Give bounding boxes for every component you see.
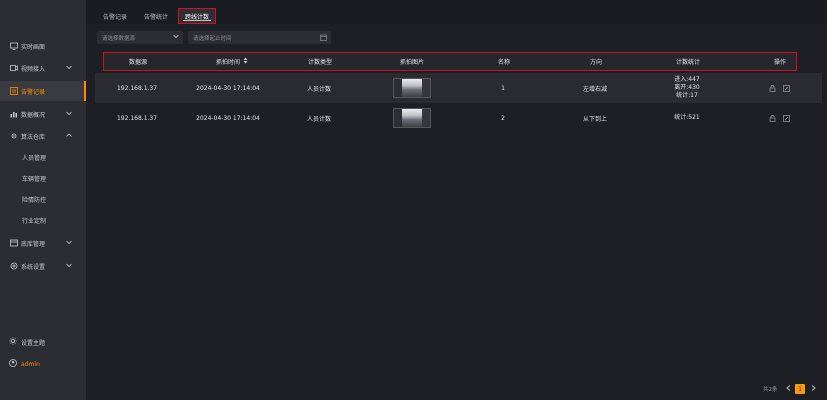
cell-count-type: 人员计数 xyxy=(306,85,331,93)
data-source-select[interactable]: 请选择数据源 xyxy=(97,31,183,44)
column-header-actions: 操作 xyxy=(773,58,786,66)
sidebar-subitem-personnel[interactable]: 人员管理 xyxy=(0,147,86,167)
tab-alarm-statistics[interactable]: 告警统计 xyxy=(140,8,172,24)
algorithm-icon xyxy=(9,132,18,141)
tab-line-crossing-count[interactable]: 跨线计数 xyxy=(178,8,216,24)
table-row: 192.168.1.37 2024-04-30 17:14:04 人员计数 1 … xyxy=(95,73,822,103)
data-source-placeholder: 请选择数据源 xyxy=(102,35,136,42)
time-range-placeholder: 请选择起止时间 xyxy=(193,35,232,42)
column-header-count-type: 计数类型 xyxy=(307,58,332,66)
pagination-next-button[interactable] xyxy=(808,384,818,394)
sidebar-subitem-vehicle[interactable]: 车辆管理 xyxy=(0,168,86,188)
sidebar-subitem-label: 险情防控 xyxy=(22,196,47,204)
pagination-total: 共2条 xyxy=(763,387,778,393)
sidebar-item-label: 实时画面 xyxy=(21,43,46,51)
unlock-icon[interactable] xyxy=(769,115,776,122)
monitor-icon xyxy=(9,42,18,51)
theme-label: 设置主题 xyxy=(21,339,46,347)
sidebar-item-label: 数据概况 xyxy=(21,111,46,119)
cell-direction: 左增右减 xyxy=(582,85,607,93)
column-header-capture-time[interactable]: 抓拍时间 xyxy=(208,53,256,69)
chevron-down-icon xyxy=(66,65,72,72)
sidebar-item-label: 底库管理 xyxy=(21,240,46,248)
sidebar-item-label: 告警记录 xyxy=(21,88,46,96)
time-range-picker[interactable]: 请选择起止时间 xyxy=(188,31,331,44)
capture-thumbnail[interactable] xyxy=(393,108,431,128)
column-header-name: 名称 xyxy=(497,58,510,66)
chevron-up-icon xyxy=(66,133,72,140)
column-header-count-stats: 计数统计 xyxy=(675,58,700,66)
user-menu[interactable]: admin xyxy=(9,359,40,369)
chart-icon xyxy=(9,110,18,119)
cell-capture-time: 2024-04-30 17:14:04 xyxy=(196,114,260,122)
chevron-right-icon xyxy=(811,385,816,393)
theme-setting[interactable]: 设置主题 xyxy=(9,337,45,347)
sidebar-subitem-hazard[interactable]: 险情防控 xyxy=(0,189,86,209)
sidebar-item-label: 系统设置 xyxy=(21,263,46,271)
calendar-icon xyxy=(320,34,327,43)
tab-label: 告警统计 xyxy=(143,13,168,21)
avatar-icon xyxy=(9,359,17,369)
sidebar-item-database[interactable]: 底库管理 xyxy=(0,233,86,253)
tab-alarm-records[interactable]: 告警记录 xyxy=(100,8,130,24)
edit-icon[interactable] xyxy=(783,115,790,122)
tab-label: 告警记录 xyxy=(102,13,127,21)
sidebar-item-algorithm-repo[interactable]: 算法仓库 xyxy=(0,126,86,146)
sidebar-subitem-industry[interactable]: 行业定制 xyxy=(0,210,86,230)
gear-icon xyxy=(9,262,18,271)
sidebar: 实时画面 视频接入 告警记录 数据概况 算法仓库 人员管理 车辆管理 险情防控 … xyxy=(0,0,86,400)
cell-name: 1 xyxy=(501,84,505,92)
cell-count-stats: 进入:447 离开:430 统计:17 xyxy=(667,73,707,103)
unlock-icon[interactable] xyxy=(769,85,776,92)
stat-left: 离开:430 xyxy=(674,84,700,91)
sort-icon[interactable] xyxy=(243,57,248,66)
cell-count-stats: 统计:521 xyxy=(667,103,707,133)
edit-icon[interactable] xyxy=(783,85,790,92)
table-row: 192.168.1.37 2024-04-30 17:14:04 人员计数 2 … xyxy=(95,103,822,133)
capture-thumbnail[interactable] xyxy=(393,78,431,98)
pagination-prev-button[interactable] xyxy=(783,384,793,394)
sidebar-subitem-label: 人员管理 xyxy=(22,154,47,162)
stat-total: 统计:17 xyxy=(676,92,698,99)
cell-capture-image[interactable] xyxy=(392,103,432,133)
cell-count-type: 人员计数 xyxy=(306,115,331,123)
column-header-source: 数据源 xyxy=(128,58,147,66)
stat-entered: 进入:447 xyxy=(674,76,700,83)
sidebar-item-data-overview[interactable]: 数据概况 xyxy=(0,104,86,124)
sidebar-item-alarm-records[interactable]: 告警记录 xyxy=(0,81,86,101)
column-header-direction: 方向 xyxy=(589,58,602,66)
alert-icon xyxy=(9,87,18,96)
chevron-left-icon xyxy=(785,385,791,393)
column-header-capture-image: 抓拍图片 xyxy=(399,58,424,66)
tab-label: 跨线计数 xyxy=(184,13,209,21)
sun-icon xyxy=(9,337,17,347)
sidebar-subitem-label: 车辆管理 xyxy=(22,175,47,183)
cell-source: 192.168.1.37 xyxy=(116,114,158,122)
user-name: admin xyxy=(21,360,40,368)
pagination-page-button[interactable]: 1 xyxy=(795,384,805,394)
cell-direction: 从下到上 xyxy=(582,115,607,123)
sidebar-item-video-access[interactable]: 视频接入 xyxy=(0,58,86,78)
chevron-down-icon xyxy=(66,240,72,247)
database-icon xyxy=(9,239,18,248)
cell-capture-image[interactable] xyxy=(392,73,432,103)
sidebar-item-label: 算法仓库 xyxy=(21,133,46,141)
cell-name: 2 xyxy=(501,114,505,122)
video-icon xyxy=(9,64,18,73)
stat-total: 统计:521 xyxy=(674,114,700,121)
chevron-down-icon xyxy=(66,263,72,270)
cell-source: 192.168.1.37 xyxy=(116,84,158,92)
table-header: 数据源 抓拍时间 计数类型 抓拍图片 名称 方向 计数统计 操作 xyxy=(103,52,797,71)
chevron-down-icon xyxy=(173,34,179,41)
cell-capture-time: 2024-04-30 17:14:04 xyxy=(196,84,260,92)
chevron-down-icon xyxy=(66,111,72,118)
sidebar-subitem-label: 行业定制 xyxy=(22,217,47,225)
sidebar-item-live-view[interactable]: 实时画面 xyxy=(0,36,86,56)
sidebar-item-label: 视频接入 xyxy=(21,65,46,73)
sidebar-item-system-settings[interactable]: 系统设置 xyxy=(0,256,86,276)
